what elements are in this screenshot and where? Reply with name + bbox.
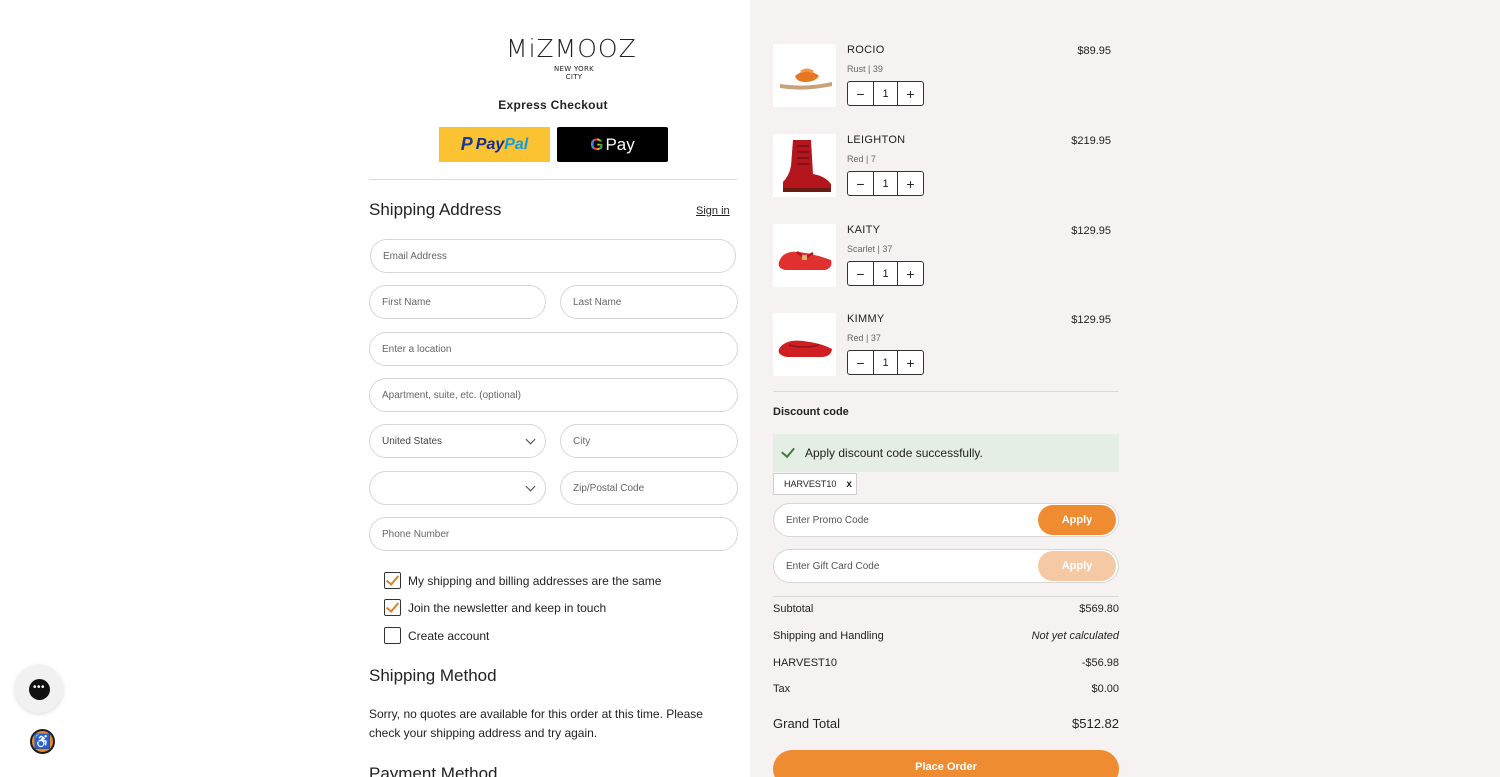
subtotal-row: Subtotal $569.80	[773, 603, 1119, 615]
product-image[interactable]	[773, 44, 836, 107]
qty-value[interactable]: 1	[873, 82, 898, 105]
qty-value[interactable]: 1	[873, 351, 898, 374]
product-price: $89.95	[1077, 45, 1111, 57]
apartment-field[interactable]: Apartment, suite, etc. (optional)	[369, 378, 738, 412]
decrease-qty-button[interactable]: −	[848, 262, 873, 285]
increase-qty-button[interactable]: +	[898, 82, 923, 105]
product-image[interactable]	[773, 224, 836, 287]
newsletter-checkbox-row[interactable]: Join the newsletter and keep in touch	[384, 599, 606, 616]
cart-item: LEIGHTON Red | 7 $219.95 − 1 +	[773, 134, 1119, 198]
logo-subtitle: NEW YORK CITY	[553, 65, 595, 81]
promo-code-input[interactable]: Enter Promo Code Apply	[773, 503, 1119, 537]
product-price: $129.95	[1071, 314, 1111, 326]
product-image[interactable]	[773, 313, 836, 376]
product-variant: Red | 37	[847, 333, 881, 343]
paypal-button[interactable]: P Pay Pal	[439, 127, 550, 162]
create-account-checkbox-row[interactable]: Create account	[384, 627, 489, 644]
increase-qty-button[interactable]: +	[898, 351, 923, 374]
summary-divider	[773, 596, 1119, 597]
location-field[interactable]: Enter a location	[369, 332, 738, 366]
apply-gift-card-button[interactable]: Apply	[1038, 551, 1116, 581]
create-account-label: Create account	[408, 628, 490, 643]
product-name[interactable]: KIMMY	[847, 313, 885, 325]
check-icon	[781, 443, 795, 459]
chat-icon: •••	[28, 678, 50, 700]
google-pay-button[interactable]: G Pay	[557, 127, 668, 162]
quantity-stepper: − 1 +	[847, 261, 924, 286]
product-variant: Rust | 39	[847, 64, 883, 74]
email-field[interactable]: Email Address	[370, 239, 736, 273]
state-select[interactable]	[369, 471, 546, 505]
product-variant: Scarlet | 37	[847, 244, 893, 254]
same-address-label: My shipping and billing addresses are th…	[408, 573, 662, 588]
cart-divider	[773, 391, 1119, 392]
logo-wordmark: MiZMOOZ	[506, 34, 637, 63]
mary-jane-shoe-icon	[778, 250, 831, 270]
qty-value[interactable]: 1	[873, 172, 898, 195]
product-name[interactable]: LEIGHTON	[847, 134, 905, 146]
product-image[interactable]	[773, 134, 836, 197]
country-select[interactable]: United States	[369, 424, 546, 458]
decrease-qty-button[interactable]: −	[848, 351, 873, 374]
cart-item: KAITY Scarlet | 37 $129.95 − 1 +	[773, 224, 1119, 288]
newsletter-label: Join the newsletter and keep in touch	[408, 600, 607, 615]
applied-code-chip: HARVEST10 x	[773, 473, 857, 495]
accessibility-icon[interactable]: ♿	[30, 729, 55, 754]
place-order-button[interactable]: Place Order	[773, 750, 1119, 777]
boot-icon	[782, 139, 831, 192]
shipping-method-message: Sorry, no quotes are available for this …	[369, 707, 703, 740]
phone-field[interactable]: Phone Number	[369, 517, 738, 551]
cart-item: KIMMY Red | 37 $129.95 − 1 +	[773, 313, 1119, 377]
decrease-qty-button[interactable]: −	[848, 172, 873, 195]
google-icon: G	[590, 134, 604, 154]
shipping-address-title: Shipping Address	[369, 200, 502, 219]
city-field[interactable]: City	[560, 424, 738, 458]
increase-qty-button[interactable]: +	[898, 172, 923, 195]
apply-promo-button[interactable]: Apply	[1038, 505, 1116, 535]
product-price: $219.95	[1071, 135, 1111, 147]
chat-widget-button[interactable]: •••	[15, 665, 63, 713]
paypal-icon: P	[460, 134, 473, 154]
chevron-down-icon	[525, 481, 536, 492]
express-checkout-title: Express Checkout	[498, 98, 608, 112]
checkout-form-pane: MiZMOOZ NEW YORK CITY Express Checkout P…	[0, 0, 750, 777]
product-name[interactable]: ROCIO	[847, 44, 885, 56]
sandal-icon	[779, 68, 832, 90]
decrease-qty-button[interactable]: −	[848, 82, 873, 105]
shipping-row: Shipping and Handling Not yet calculated	[773, 630, 1119, 642]
gift-card-input[interactable]: Enter Gift Card Code Apply	[773, 549, 1119, 583]
product-variant: Red | 7	[847, 154, 876, 164]
payment-method-title: Payment Method	[369, 764, 498, 777]
shipping-method-title: Shipping Method	[369, 666, 497, 685]
discount-row: HARVEST10 -$56.98	[773, 657, 1119, 669]
newsletter-checkbox[interactable]	[384, 599, 401, 616]
chevron-down-icon	[525, 434, 536, 445]
grand-total-row: Grand Total $512.82	[773, 716, 1119, 731]
discount-success-message: Apply discount code successfully.	[773, 434, 1119, 472]
product-name[interactable]: KAITY	[847, 224, 880, 236]
same-address-checkbox-row[interactable]: My shipping and billing addresses are th…	[384, 572, 661, 589]
quantity-stepper: − 1 +	[847, 81, 924, 106]
flat-shoe-icon	[778, 340, 832, 357]
last-name-field[interactable]: Last Name	[560, 285, 738, 319]
remove-code-icon[interactable]: x	[846, 479, 852, 490]
express-divider	[369, 179, 737, 180]
quantity-stepper: − 1 +	[847, 171, 924, 196]
same-address-checkbox[interactable]	[384, 572, 401, 589]
tax-row: Tax $0.00	[773, 683, 1119, 695]
cart-item: ROCIO Rust | 39 $89.95 − 1 +	[773, 44, 1119, 108]
product-price: $129.95	[1071, 225, 1111, 237]
quantity-stepper: − 1 +	[847, 350, 924, 375]
sign-in-link[interactable]: Sign in	[696, 205, 730, 217]
zip-field[interactable]: Zip/Postal Code	[560, 471, 738, 505]
increase-qty-button[interactable]: +	[898, 262, 923, 285]
first-name-field[interactable]: First Name	[369, 285, 546, 319]
brand-logo[interactable]: MiZMOOZ NEW YORK CITY	[506, 34, 637, 82]
create-account-checkbox[interactable]	[384, 627, 401, 644]
discount-code-label: Discount code	[773, 406, 849, 418]
qty-value[interactable]: 1	[873, 262, 898, 285]
